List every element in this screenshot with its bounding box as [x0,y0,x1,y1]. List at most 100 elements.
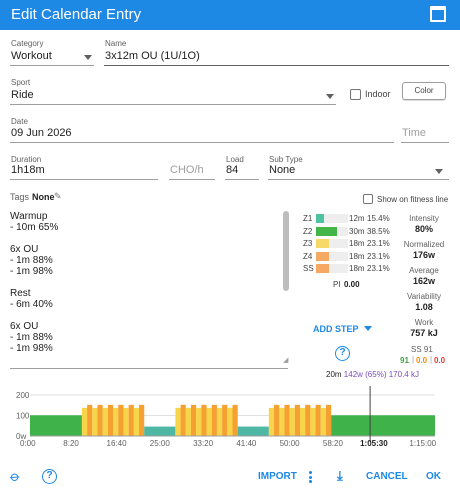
workout-description-textarea[interactable]: Warmup - 10m 65% 6x OU - 1m 88% - 1m 98% Rest… [10,211,286,367]
name-underline [104,65,449,66]
x-tick-label: 41:40 [236,439,257,448]
zone-bar [316,251,329,261]
y-tick-label: 100 [16,412,30,421]
load-input[interactable]: 84 [226,164,238,176]
zone-name: Z4 [303,251,313,261]
ss-separator: | [430,355,433,364]
tags-value[interactable]: None [32,192,55,202]
ss-separator: | [412,355,415,364]
ok-button[interactable]: OK [426,471,441,482]
interval-on-bar [274,404,280,436]
download-icon[interactable]: ⤓ [337,468,343,484]
zone-track [316,264,348,273]
interval-on-bar [201,404,207,436]
maximize-icon[interactable] [430,6,446,22]
textarea-scrollbar[interactable] [283,211,289,291]
metric-value: 176w [412,250,436,260]
tags-label: Tags [10,192,30,202]
footer-help-icon[interactable]: ? [42,469,57,484]
resize-handle-icon[interactable]: ◢ [283,356,288,364]
date-underline [10,142,394,143]
interval-off-bar [92,407,98,436]
chart-summary: 20m 142w (65%) 170.4 kJ [326,370,419,379]
color-button[interactable]: Color [402,82,446,100]
duration-label: Duration [11,155,42,164]
metric-value: 757 kJ [410,328,438,338]
fitness-line-checkbox[interactable] [363,194,373,204]
interval-off-bar [289,407,295,436]
summary-power: 142w (65%) [343,370,387,379]
subtype-label: Sub Type [269,155,303,164]
metric-variability: Variability 1.08 [396,292,452,313]
interval-on-bar [305,404,311,436]
interval-off-bar [175,407,181,436]
interval-on-bar [139,404,145,436]
ss-orange-value: 0.0 [416,356,428,365]
sport-underline [10,104,336,105]
workout-text-line [10,233,286,244]
workout-text-line [10,310,286,321]
interval-off-bar [279,407,285,436]
add-step-caret-icon [363,326,372,331]
workout-text-line: - 1m 88% [10,332,53,343]
workout-text-line: 6x OU [10,321,39,332]
date-input[interactable]: 09 Jun 2026 [11,127,72,139]
help-icon[interactable]: ? [335,346,350,361]
indoor-checkbox[interactable] [350,89,361,100]
subtype-caret-icon[interactable] [435,169,443,174]
summary-work: 170.4 kJ [388,370,419,379]
fitness-line-label: Show on fitness line [377,195,449,204]
sport-select[interactable]: Ride [11,89,34,101]
interval-on-bar [118,404,124,436]
cho-input[interactable]: CHO/h [170,164,204,176]
summary-duration: 20m [326,370,342,379]
steady-segment-bar [30,415,82,436]
ss-green-value: 91 [400,356,409,365]
dialog-titlebar: Edit Calendar Entry [0,0,460,30]
interval-on-bar [97,404,103,436]
zone-time: 12m [349,214,365,223]
subtype-select[interactable]: None [269,164,295,176]
zone-name: SS [303,264,314,273]
category-caret-icon[interactable] [84,55,92,60]
category-underline [10,65,94,66]
zone-time: 18m [349,264,365,273]
textarea-underline [10,368,288,369]
x-tick-label: 16:40 [106,439,127,448]
pi-label: PI [333,280,341,289]
time-underline [401,142,449,143]
interval-off-bar [216,407,223,436]
load-underline [225,179,259,180]
workout-text-line: - 1m 88% [10,255,53,266]
pi-value: 0.00 [344,280,360,289]
time-input[interactable]: Time [402,127,426,139]
more-options-icon[interactable] [309,471,313,483]
ss-label: SS 91 [411,345,433,354]
zone-bar [316,239,329,248]
x-tick-label: 58:20 [322,439,343,448]
metric-intensity: Intensity 80% [396,214,452,235]
interval-on-bar [294,404,300,436]
metric-value: 80% [414,224,433,234]
attach-icon[interactable]: ⌀ [7,467,24,485]
cancel-button[interactable]: CANCEL [366,471,408,482]
interval-off-bar [196,407,202,436]
interval-on-bar [325,404,332,436]
import-button[interactable]: IMPORT [258,471,297,482]
steady-segment-bar [237,426,269,436]
sport-caret-icon[interactable] [326,94,334,99]
zone-bar [316,264,329,273]
zone-track [316,251,348,261]
zone-bar [316,226,337,236]
name-input[interactable]: 3x12m OU (1U/1O) [105,50,200,62]
category-select[interactable]: Workout [11,50,52,62]
metric-normalized: Normalized 176w [396,240,452,261]
zone-percent: 38.5% [367,226,390,236]
y-tick-label: 200 [16,391,30,400]
metric-label: Intensity [409,214,439,223]
edit-tags-icon[interactable]: ✎ [54,191,62,202]
duration-input[interactable]: 1h18m [11,164,45,176]
interval-on-bar [222,404,228,436]
add-step-button[interactable]: ADD STEP [313,324,372,334]
metric-value: 1.08 [415,302,433,312]
